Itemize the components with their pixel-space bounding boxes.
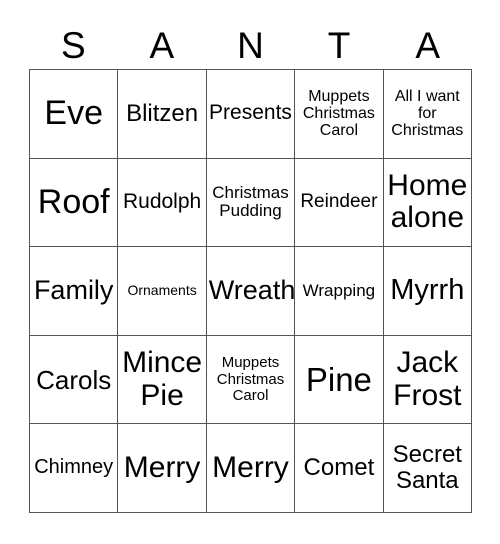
bingo-cell[interactable]: All I want for Christmas <box>383 70 472 159</box>
bingo-cell[interactable]: Presents <box>206 70 296 159</box>
bingo-header-letter: T <box>327 24 351 66</box>
bingo-cell[interactable]: Wrapping <box>295 247 384 336</box>
bingo-header-letter: A <box>149 24 175 66</box>
bingo-cell[interactable]: Roof <box>30 158 119 248</box>
bingo-cell[interactable]: Comet <box>295 424 384 513</box>
bingo-cell-label: Merry <box>123 450 201 484</box>
bingo-cell[interactable]: Pine <box>295 335 384 425</box>
bingo-cell-label: Carols <box>36 364 112 395</box>
bingo-cell[interactable]: Merry <box>206 424 296 513</box>
bingo-cell[interactable]: Christmas Pudding <box>206 158 296 248</box>
bingo-cell[interactable]: Secret Santa <box>383 424 472 513</box>
bingo-cell-label: Merry <box>212 450 289 484</box>
bingo-cell[interactable]: Reindeer <box>295 158 384 248</box>
bingo-cell-label: Muppets Christmas Carol <box>302 87 375 140</box>
bingo-cell-label: Family <box>33 275 114 306</box>
bingo-cell[interactable]: Carols <box>30 335 119 425</box>
bingo-cell-label: Eve <box>44 94 103 133</box>
bingo-cell-label: Mince Pie <box>122 346 203 412</box>
bingo-cell[interactable]: Muppets Christmas Carol <box>206 335 296 425</box>
bingo-cell[interactable]: Family <box>30 247 119 336</box>
bingo-cell[interactable]: Muppets Christmas Carol <box>295 70 384 159</box>
bingo-cell-label: Jack Frost <box>393 346 462 412</box>
bingo-cell[interactable]: Wreath <box>206 247 296 336</box>
bingo-header-row: SANTA <box>29 22 472 68</box>
bingo-cell[interactable]: Eve <box>30 70 119 159</box>
bingo-header-letter: S <box>60 24 86 66</box>
bingo-cell[interactable]: Home alone <box>383 158 472 248</box>
bingo-cell-label: Home alone <box>387 169 468 235</box>
bingo-cell[interactable]: Chimney <box>30 424 119 513</box>
bingo-cell[interactable]: Mince Pie <box>118 335 207 425</box>
bingo-cell-label: Reindeer <box>300 191 378 213</box>
bingo-cell-label: Presents <box>209 101 292 125</box>
bingo-cell-label: Comet <box>303 454 375 482</box>
bingo-cell-label: Wrapping <box>302 280 376 300</box>
bingo-cell-label: Ornaments <box>127 282 197 299</box>
bingo-cell[interactable]: Ornaments <box>118 247 207 336</box>
bingo-cell-label: Pine <box>305 360 372 398</box>
bingo-grid: Eve Blitzen Presents Muppets Christmas Caro… <box>29 69 472 513</box>
bingo-cell[interactable]: Blitzen <box>118 70 207 159</box>
bingo-cell[interactable]: Jack Frost <box>383 335 472 425</box>
bingo-header-letter: N <box>237 24 264 66</box>
bingo-cell-label: Blitzen <box>126 99 199 127</box>
bingo-cell-label: Rudolph <box>122 190 202 214</box>
bingo-cell-label: Christmas Pudding <box>212 183 289 221</box>
bingo-cell[interactable]: Merry <box>118 424 207 513</box>
bingo-cell-label: Muppets Christmas Carol <box>216 354 285 404</box>
bingo-cell-label: All I want for Christmas <box>391 87 464 140</box>
bingo-card: S A N T A Eve Blitzen Presents Muppets Christma… <box>0 0 500 544</box>
bingo-header-letter: A <box>415 24 441 66</box>
bingo-cell-label: Chimney <box>34 456 114 479</box>
bingo-cell-label: Wreath <box>208 275 296 306</box>
bingo-cell-label: Secret Santa <box>392 441 462 495</box>
bingo-cell[interactable]: Rudolph <box>118 158 207 248</box>
bingo-cell-label: Myrrh <box>390 274 465 307</box>
bingo-cell[interactable]: Myrrh <box>383 247 472 336</box>
bingo-cell-label: Roof <box>37 183 110 222</box>
